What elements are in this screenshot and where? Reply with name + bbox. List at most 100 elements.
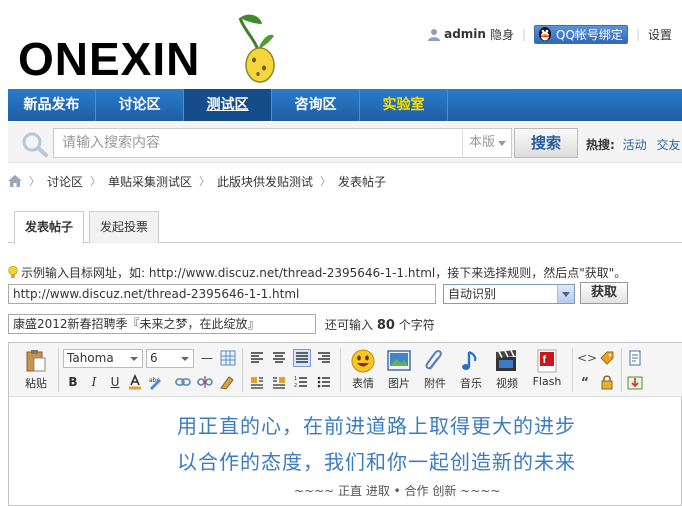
paperclip-icon — [425, 350, 442, 370]
chevron-down-icon — [130, 357, 138, 361]
fetch-hint: 示例输入目标网址，如: http://www.discuz.net/thread… — [8, 264, 626, 281]
toolbar-divider — [340, 348, 341, 392]
align-center-icon[interactable] — [271, 350, 287, 366]
text-color-icon[interactable] — [127, 374, 143, 390]
rule-select[interactable]: 自动识别 — [443, 284, 575, 304]
flash-button[interactable]: f Flash — [530, 349, 564, 388]
free-tag-icon[interactable] — [599, 350, 615, 366]
svg-text:1: 1 — [294, 376, 297, 382]
music-button[interactable]: 音乐 — [454, 349, 488, 391]
table-icon[interactable] — [220, 350, 236, 366]
search-bar: 请输入搜索内容 本版 搜索 热搜: 活动 交友 — [8, 123, 682, 163]
source-url-input[interactable]: http://www.discuz.net/thread-2395646-1-1… — [8, 284, 436, 304]
content-line: 用正直的心，在前进道路上取得更大的进步 — [177, 414, 576, 438]
horizontal-rule-icon[interactable]: — — [199, 350, 215, 366]
editor-content[interactable]: 用正直的心，在前进道路上取得更大的进步 以合作的态度，我们和你一起创造新的未来 … — [9, 398, 681, 505]
code-icon[interactable]: <> — [577, 350, 597, 366]
chevron-down-icon — [181, 357, 189, 361]
counter-suffix: 个字符 — [398, 318, 435, 332]
image-icon — [387, 350, 411, 371]
underline-icon[interactable]: U — [107, 374, 123, 390]
post-editor: 粘贴 Tahoma 6 — B I U abc 1 2 表情 图片 附件 音乐 … — [8, 342, 682, 506]
unlink-icon[interactable] — [197, 374, 213, 390]
sprout-logo-icon — [238, 14, 275, 83]
italic-icon[interactable]: I — [86, 374, 102, 390]
quote-icon[interactable]: “ — [577, 374, 593, 390]
lightbulb-icon — [8, 266, 18, 278]
page-icon[interactable] — [627, 350, 643, 366]
emoji-label: 表情 — [352, 377, 374, 390]
search-icon — [22, 132, 48, 157]
home-icon[interactable] — [8, 175, 22, 187]
nav-item-discussion[interactable]: 讨论区 — [96, 89, 184, 121]
video-label: 视频 — [496, 377, 518, 390]
chevron-down-icon — [498, 141, 506, 146]
clipboard-icon — [26, 350, 46, 372]
paste-label: 粘贴 — [25, 377, 47, 390]
breadcrumb-separator: 〉 — [90, 175, 102, 188]
content-line: 以合作的态度，我们和你一起创造新的未来 — [177, 450, 576, 474]
search-button[interactable]: 搜索 — [514, 128, 578, 158]
content-motto: ~~~~ 正直 进取 • 合作 创新 ~~~~ — [294, 484, 501, 498]
invisible-status-link[interactable]: 隐身 — [490, 26, 514, 43]
align-right-icon[interactable] — [316, 350, 332, 366]
site-logo[interactable]: ONEXIN — [18, 32, 200, 86]
ordered-list-icon[interactable]: 12 — [293, 374, 309, 390]
search-scope-value: 本版 — [469, 135, 496, 150]
counter-value: 80 — [376, 318, 395, 333]
film-icon — [496, 350, 516, 371]
download-icon[interactable] — [627, 374, 643, 390]
smiley-icon — [351, 349, 375, 373]
video-button[interactable]: 视频 — [490, 349, 524, 391]
post-tabs: 发表帖子 发起投票 — [8, 211, 682, 244]
font-family-value: Tahoma — [67, 351, 114, 365]
breadcrumb-separator: 〉 — [320, 175, 332, 188]
svg-text:f: f — [543, 354, 547, 366]
breadcrumb-current: 发表帖子 — [338, 174, 387, 189]
tab-new-poll[interactable]: 发起投票 — [89, 211, 160, 243]
fetch-hint-text: 示例输入目标网址，如: http://www.discuz.net/thread… — [21, 266, 627, 280]
unordered-list-icon[interactable] — [316, 374, 332, 390]
fetch-button[interactable]: 获取 — [580, 282, 628, 304]
breadcrumb-item[interactable]: 此版块供发贴测试 — [217, 173, 313, 190]
align-justify-icon[interactable] — [293, 349, 311, 367]
float-right-icon[interactable] — [271, 374, 287, 390]
bold-icon[interactable]: B — [65, 374, 81, 390]
breadcrumb-item[interactable]: 单贴采集测试区 — [108, 173, 192, 190]
breadcrumb: 〉 讨论区 〉 单贴采集测试区 〉 此版块供发贴测试 〉 发表帖子 — [8, 172, 386, 190]
editor-toolbar: 粘贴 Tahoma 6 — B I U abc 1 2 表情 图片 附件 音乐 … — [9, 343, 682, 397]
toolbar-divider — [58, 348, 59, 392]
username-link[interactable]: admin — [444, 27, 486, 41]
post-title-input[interactable]: 康盛2012新春招聘季『未来之梦，在此绽放』 — [8, 314, 316, 334]
qq-bind-button[interactable]: QQ帐号绑定 — [534, 24, 628, 44]
emoji-button[interactable]: 表情 — [346, 349, 380, 391]
tab-new-post[interactable]: 发表帖子 — [14, 211, 85, 244]
nav-item-new-products[interactable]: 新品发布 — [8, 89, 96, 121]
chevron-down-icon[interactable] — [557, 285, 574, 303]
breadcrumb-item[interactable]: 讨论区 — [47, 173, 83, 190]
nav-item-consult[interactable]: 咨询区 — [272, 89, 360, 121]
search-input[interactable]: 请输入搜索内容 — [53, 128, 463, 158]
nav-item-test-area[interactable]: 测试区 — [184, 89, 272, 121]
hot-search-link[interactable]: 活动 — [623, 138, 647, 152]
hot-search-link[interactable]: 交友 — [656, 138, 680, 152]
attachment-label: 附件 — [424, 377, 446, 390]
settings-link[interactable]: 设置 — [648, 26, 672, 43]
align-left-icon[interactable] — [249, 350, 265, 366]
background-color-icon[interactable]: abc — [147, 374, 163, 390]
music-label: 音乐 — [460, 377, 482, 390]
font-size-select[interactable]: 6 — [146, 349, 194, 368]
image-button[interactable]: 图片 — [382, 349, 416, 391]
nav-item-lab[interactable]: 实验室 — [360, 89, 448, 121]
user-bar: admin 隐身 | QQ帐号绑定 | 设置 — [428, 24, 672, 44]
paste-button[interactable]: 粘贴 — [19, 349, 53, 391]
search-scope-select[interactable]: 本版 — [462, 128, 512, 158]
lock-icon[interactable] — [599, 374, 615, 390]
clear-format-icon[interactable] — [219, 374, 235, 390]
float-left-icon[interactable] — [249, 374, 265, 390]
link-icon[interactable] — [175, 374, 191, 390]
font-family-select[interactable]: Tahoma — [63, 349, 143, 368]
counter-prefix: 还可输入 — [325, 318, 374, 332]
toolbar-divider — [572, 348, 573, 392]
attachment-button[interactable]: 附件 — [418, 349, 452, 391]
